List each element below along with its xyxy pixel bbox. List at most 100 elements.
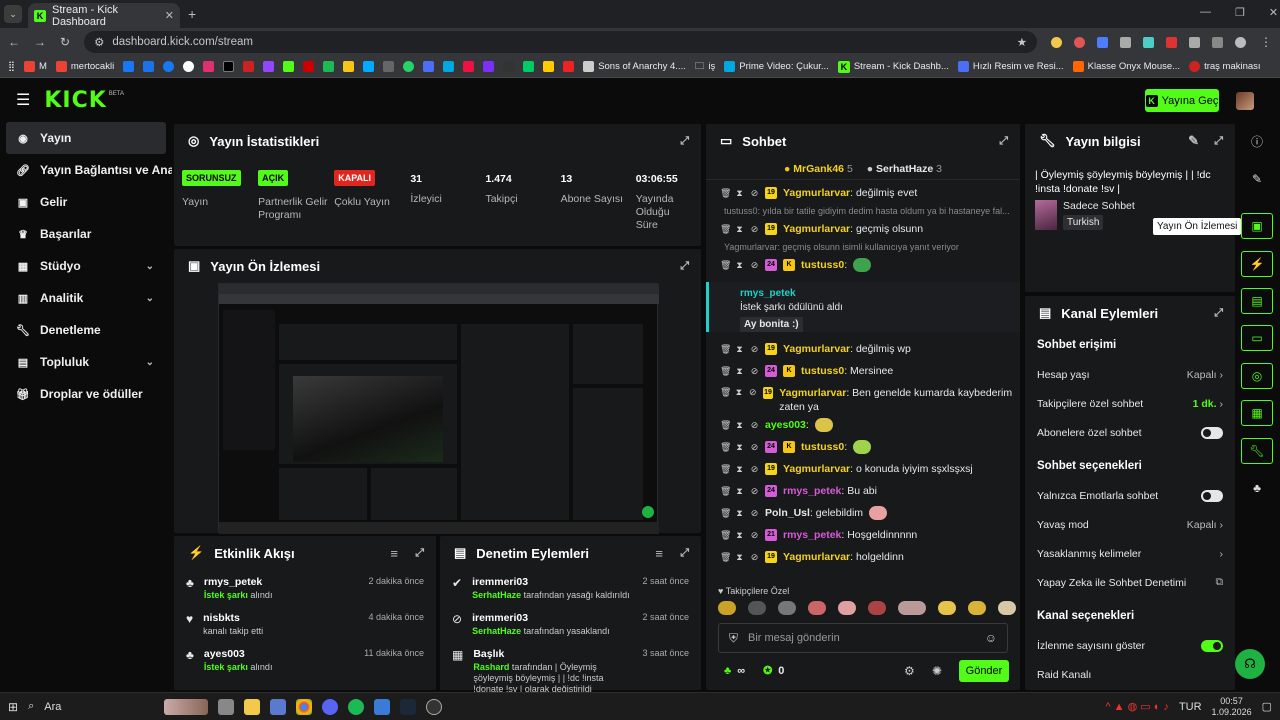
sidebar-item-baglanti[interactable]: 🔗︎Yayın Bağlantısı ve Anahtar — [0, 154, 172, 186]
sidebar-item-studyo[interactable]: ▦ Stüdyo ⌄ — [0, 250, 172, 282]
gift-rail-icon[interactable]: ♣ — [1241, 475, 1273, 501]
show-views-toggle[interactable] — [1201, 639, 1223, 652]
user-avatar[interactable] — [1236, 92, 1254, 110]
spotify-icon[interactable] — [348, 698, 365, 715]
taskbar-search[interactable]: Ara — [44, 701, 154, 713]
windows-start-icon[interactable]: ⊞ — [8, 700, 18, 714]
discord-icon[interactable] — [322, 698, 339, 715]
settings-gear-icon[interactable]: ⚙ — [904, 664, 915, 678]
expand-icon[interactable]: ⤢ — [680, 135, 689, 148]
moderation-item: ▦ Başlık Rashard tarafından | Öyleymiş şöy… — [452, 648, 689, 694]
notification-icon[interactable]: ▢ — [1262, 700, 1272, 713]
expand-icon[interactable]: ⤢ — [1214, 307, 1223, 320]
expand-icon[interactable]: ⤢ — [415, 547, 424, 560]
tab-search-button[interactable]: ⌄ — [4, 5, 22, 23]
channel-rail-icon[interactable]: ▦ — [1241, 400, 1273, 426]
send-button[interactable]: Gönder — [959, 660, 1009, 682]
stream-info-panel: 🔧︎ Yayın bilgisi ✎ ⤢ | Öyleymiş şöyleymiş b… — [1025, 124, 1235, 292]
ai-moderation-row[interactable]: Yapay Zeka ile Sohbet Denetimi ⧉ — [1025, 568, 1235, 597]
tray-icons[interactable]: ^ ▲ ◍ ▭ ◐ ♪ — [1105, 700, 1168, 713]
raid-row[interactable]: Raid Kanalı — [1025, 660, 1235, 689]
followers-only-label: ♥ Takipçilere Özel — [718, 586, 790, 596]
task-view-icon[interactable] — [218, 698, 235, 715]
expand-icon[interactable]: ⤢ — [680, 547, 689, 560]
bookmark-prime-video[interactable]: Prime Video: Çukur... — [724, 61, 829, 72]
filter-icon[interactable]: ≡ — [390, 546, 398, 561]
window-controls[interactable]: — ❐ ✕ — [1200, 6, 1278, 19]
chevron-right-icon: › — [1219, 518, 1224, 531]
back-icon[interactable]: ← — [8, 35, 20, 49]
bookmark-hizli-resim[interactable]: Hızlı Resim ve Resi... — [957, 61, 1064, 72]
forward-icon[interactable]: → — [34, 35, 46, 49]
search-icon[interactable]: ⌕ — [28, 700, 34, 713]
input-language[interactable]: TUR — [1179, 701, 1202, 713]
calculator-icon[interactable] — [270, 698, 287, 715]
bookmark-star-icon[interactable]: ★ — [1017, 35, 1027, 49]
edit-rail-icon[interactable]: ✎ — [1241, 166, 1273, 192]
show-views-row: İzlenme sayısını göster — [1025, 631, 1235, 660]
banned-words-row[interactable]: Yasaklanmış kelimeler › — [1025, 539, 1235, 568]
bookmark-mertocakli[interactable]: mertocakli — [55, 61, 114, 72]
sidebar-item-basarilar[interactable]: ♛ Başarılar — [0, 218, 172, 250]
extension-icons[interactable] — [1051, 36, 1246, 48]
app-icon[interactable] — [374, 698, 391, 715]
sidebar-item-droplar[interactable]: 🎁︎ Droplar ve ödüller — [0, 378, 172, 410]
sidebar-item-yayin[interactable]: ◉ Yayın — [6, 122, 166, 154]
sidebar-item-analitik[interactable]: ▥ Analitik ⌄ — [0, 282, 172, 314]
chat-rail-icon[interactable]: ▭ — [1241, 325, 1273, 351]
preview-rail-icon[interactable]: ▣ — [1241, 213, 1273, 239]
sidebar-item-denetleme[interactable]: 🔧︎ Denetleme — [0, 314, 172, 346]
address-bar[interactable]: ⚙ dashboard.kick.com/stream ★ — [84, 31, 1037, 53]
emote-only-toggle[interactable] — [1201, 489, 1223, 502]
expand-icon[interactable]: ⤢ — [999, 135, 1008, 148]
info-icon[interactable]: ⓘ — [1241, 128, 1273, 154]
filter-icon[interactable]: ≡ — [655, 546, 663, 561]
new-tab-button[interactable]: + — [188, 6, 196, 22]
expand-icon[interactable]: ⤢ — [1214, 135, 1223, 148]
stats-header: ◎ Yayın İstatistikleri ⤢ — [188, 133, 689, 149]
browser-tab[interactable]: K Stream - Kick Dashboard ✕ — [28, 3, 180, 28]
close-tab-icon[interactable]: ✕ — [165, 9, 174, 22]
account-age-row[interactable]: Hesap yaşı Kapalı › — [1025, 360, 1235, 389]
badge-icon[interactable]: ✺ — [932, 664, 942, 678]
sidebar-item-gelir[interactable]: ▣ Gelir — [0, 186, 172, 218]
slow-mode-row[interactable]: Yavaş mod Kapalı › — [1025, 510, 1235, 539]
apps-grid-icon[interactable]: ⣿ — [8, 61, 15, 72]
bookmark-sons-of-anarchy[interactable]: Sons of Anarchy 4.... — [583, 61, 686, 72]
chrome-icon[interactable] — [296, 698, 313, 715]
check-circle-icon: ✔ — [452, 576, 463, 590]
emote-bar[interactable] — [718, 601, 1016, 615]
go-live-button[interactable]: K Yayına Geç — [1145, 89, 1219, 112]
obs-icon[interactable] — [426, 698, 443, 715]
clock[interactable]: 00:57 1.09.2026 — [1212, 696, 1252, 718]
chat-input[interactable]: ⛨ Bir mesaj gönderin ☺ — [718, 623, 1008, 653]
bookmark-folder-is[interactable]: 🗀 iş — [695, 59, 715, 75]
reload-icon[interactable]: ↻ — [60, 35, 70, 49]
list-rail-icon[interactable]: ▤ — [1241, 288, 1273, 314]
bookmark-tras-makinasi[interactable]: traş makinası — [1189, 61, 1261, 72]
widget-thumbnail[interactable] — [164, 698, 209, 715]
wrench-rail-icon[interactable]: 🔧︎ — [1241, 438, 1273, 464]
menu-kebab-icon[interactable]: ⋮ — [1260, 35, 1272, 49]
subs-chat-toggle[interactable] — [1201, 426, 1223, 439]
bookmark-kick-dashboard[interactable]: K Stream - Kick Dashb... — [837, 60, 949, 73]
bookmark-gmail[interactable]: M — [23, 61, 47, 72]
support-headset-icon[interactable]: ☊ — [1235, 649, 1265, 679]
stream-preview-video[interactable] — [218, 283, 659, 534]
kick-logo[interactable]: KICK — [44, 88, 106, 113]
lightning-rail-icon[interactable]: ⚡ — [1241, 251, 1273, 277]
moderation-header: ▤ Denetim Eylemleri ≡ ⤢ — [454, 545, 689, 561]
followers-chat-row[interactable]: Takipçilere özel sohbet 1 dk. › — [1025, 389, 1235, 418]
sidebar-item-topluluk[interactable]: ▤ Topluluk ⌄ — [0, 346, 172, 378]
edit-icon[interactable]: ✎ — [1188, 133, 1199, 149]
bookmarks-bar: ⣿ M mertocakli Sons of Anarchy 4.... 🗀 iş… — [0, 56, 1280, 78]
hamburger-menu-icon[interactable]: ☰ — [16, 90, 30, 110]
bookmark-klasse-onyx[interactable]: Klasse Onyx Mouse... — [1072, 61, 1180, 72]
site-info-icon[interactable]: ⚙ — [94, 35, 104, 49]
file-explorer-icon[interactable] — [244, 698, 261, 715]
stats-rail-icon[interactable]: ◎ — [1241, 363, 1273, 389]
expand-icon[interactable]: ⤢ — [680, 260, 689, 273]
stat-partnerlik: AÇIK Partnerlik Gelir Programı — [258, 170, 334, 232]
steam-icon[interactable] — [400, 698, 417, 715]
url-text: dashboard.kick.com/stream — [112, 36, 253, 48]
